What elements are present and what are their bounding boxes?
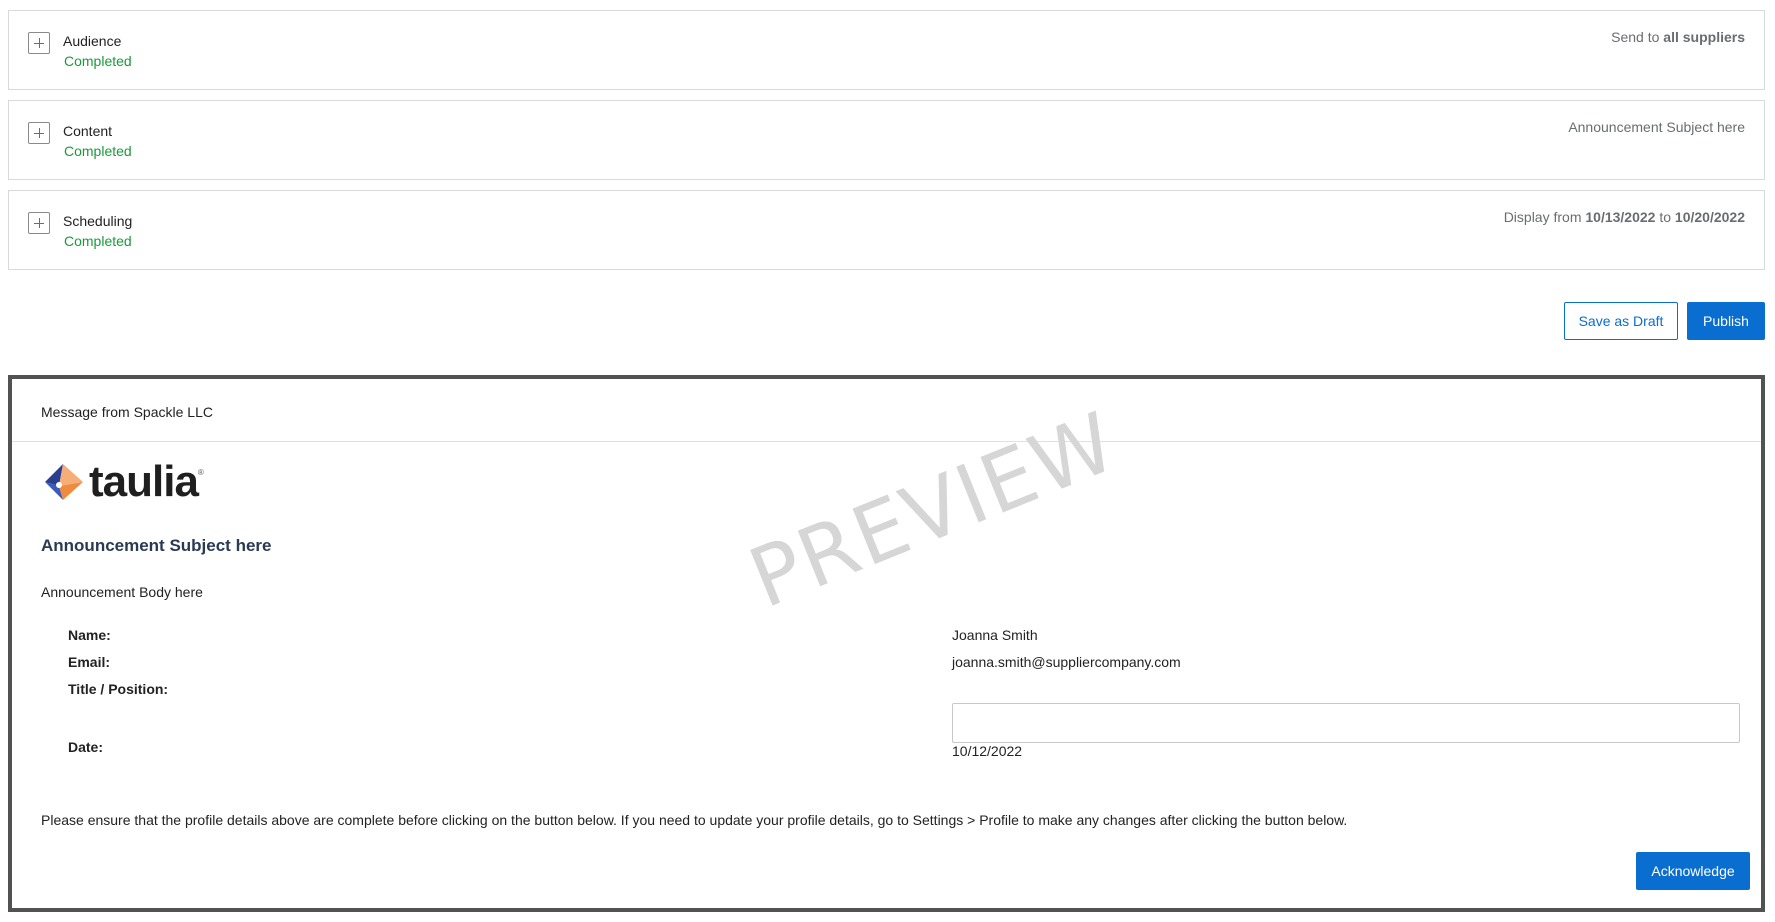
date-label: Date: bbox=[68, 739, 104, 755]
preview-header: Message from Spackle LLC bbox=[12, 379, 1761, 442]
expand-icon[interactable] bbox=[28, 32, 50, 54]
profile-notice: Please ensure that the profile details a… bbox=[41, 812, 1348, 828]
section-status: Completed bbox=[64, 233, 132, 249]
content-section[interactable]: Content Completed Announcement Subject h… bbox=[8, 100, 1765, 180]
email-value: joanna.smith@suppliercompany.com bbox=[952, 654, 1181, 670]
section-status: Completed bbox=[64, 53, 132, 69]
name-label: Name: bbox=[68, 627, 111, 643]
title-position-label: Title / Position: bbox=[68, 681, 169, 697]
section-title: Content bbox=[63, 123, 113, 139]
audience-section[interactable]: Audience Completed Send to all suppliers bbox=[8, 10, 1765, 90]
taulia-logo: taulia ® bbox=[39, 458, 204, 506]
announcement-body: Announcement Body here bbox=[41, 584, 203, 600]
taulia-logo-icon bbox=[45, 464, 83, 500]
expand-icon[interactable] bbox=[28, 122, 50, 144]
preview-panel: Message from Spackle LLC taulia ® PREVIE… bbox=[8, 375, 1765, 912]
section-summary: Display from 10/13/2022 to 10/20/2022 bbox=[1503, 209, 1745, 225]
section-summary: Send to all suppliers bbox=[1611, 29, 1745, 45]
announcement-subject: Announcement Subject here bbox=[41, 536, 272, 555]
name-value: Joanna Smith bbox=[952, 627, 1038, 643]
date-value: 10/12/2022 bbox=[952, 743, 1023, 759]
title-position-input[interactable] bbox=[952, 703, 1740, 743]
email-label: Email: bbox=[68, 654, 111, 670]
section-title: Scheduling bbox=[63, 213, 133, 229]
section-status: Completed bbox=[64, 143, 132, 159]
section-title: Audience bbox=[63, 33, 122, 49]
section-summary: Announcement Subject here bbox=[1568, 119, 1745, 135]
registered-mark: ® bbox=[197, 468, 204, 477]
save-draft-button[interactable]: Save as Draft bbox=[1564, 302, 1678, 340]
acknowledge-button[interactable]: Acknowledge bbox=[1636, 852, 1750, 890]
expand-icon[interactable] bbox=[28, 212, 50, 234]
preview-header-text: Message from Spackle LLC bbox=[41, 404, 213, 420]
publish-button[interactable]: Publish bbox=[1687, 302, 1765, 340]
scheduling-section[interactable]: Scheduling Completed Display from 10/13/… bbox=[8, 190, 1765, 270]
logo-wordmark: taulia bbox=[89, 457, 199, 506]
